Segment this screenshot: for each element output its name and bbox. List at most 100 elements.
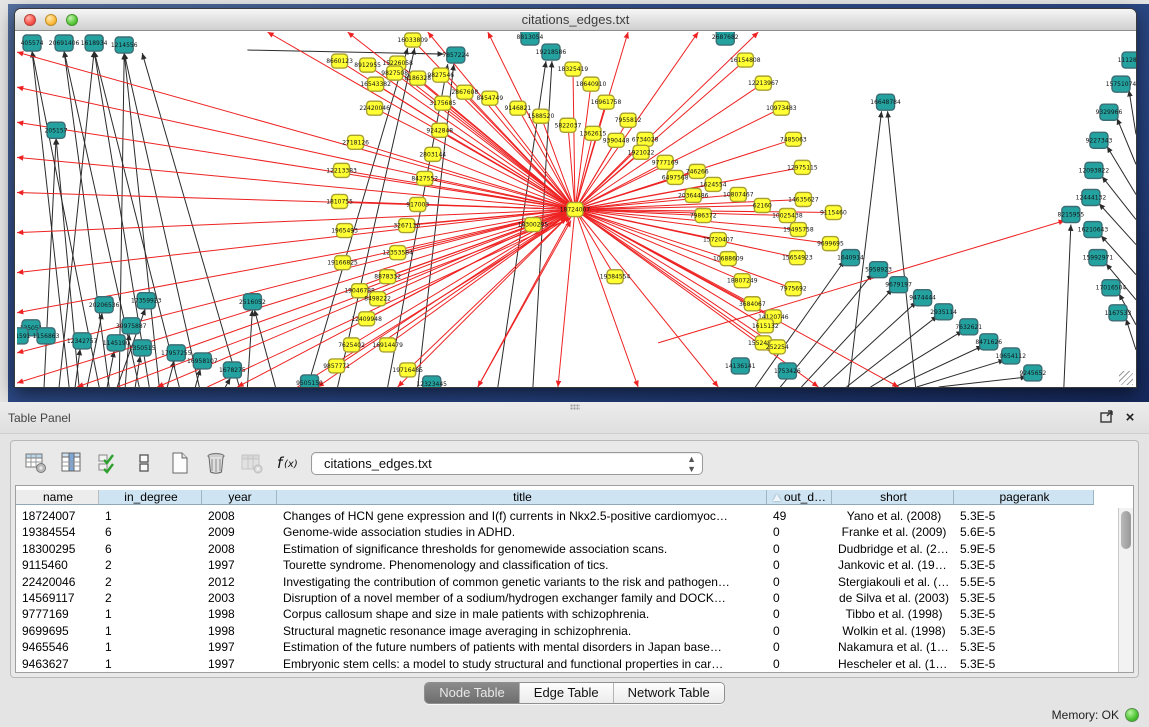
cell-pagerank[interactable]: 5.3E-5 bbox=[954, 508, 1094, 524]
column-header-in_degree[interactable]: in_degree bbox=[99, 490, 202, 505]
citation-edge[interactable] bbox=[142, 53, 239, 387]
citation-edge[interactable] bbox=[895, 346, 983, 387]
cited-node[interactable]: 16543382 bbox=[360, 77, 391, 91]
cell-short[interactable]: de Silva et al. (2003) bbox=[832, 590, 954, 606]
paper-node[interactable]: 14136141 bbox=[725, 358, 756, 374]
cell-year[interactable]: 2009 bbox=[202, 524, 277, 540]
cell-short[interactable]: Franke et al. (2009) bbox=[832, 524, 954, 540]
cell-short[interactable]: Tibbo et al. (1998) bbox=[832, 606, 954, 622]
cell-year[interactable]: 1997 bbox=[202, 557, 277, 573]
cell-title[interactable]: Changes of HCN gene expression and I(f) … bbox=[277, 508, 767, 524]
paper-node[interactable]: 16958107 bbox=[187, 353, 218, 369]
citation-edge[interactable] bbox=[17, 122, 575, 209]
paper-node[interactable]: 1753426 bbox=[774, 363, 801, 379]
cell-year[interactable]: 1998 bbox=[202, 606, 277, 622]
paper-node[interactable]: 12444132 bbox=[1076, 189, 1107, 205]
cited-node[interactable]: 8660123 bbox=[326, 54, 353, 68]
cell-pagerank[interactable]: 5.3E-5 bbox=[954, 623, 1094, 639]
network-view-window[interactable]: citations_edges.txt 86601238912955152260… bbox=[14, 8, 1137, 388]
cell-in_degree[interactable]: 2 bbox=[99, 590, 202, 606]
cited-node[interactable]: 9115460 bbox=[820, 205, 847, 219]
paper-node[interactable]: 405574 bbox=[21, 35, 44, 51]
table-row[interactable]: 946554611997Estimation of the future num… bbox=[16, 639, 1133, 655]
paper-node[interactable]: 12342757 bbox=[67, 333, 98, 349]
cited-node[interactable]: 16961758 bbox=[591, 95, 622, 109]
cell-pagerank[interactable]: 5.3E-5 bbox=[954, 656, 1094, 672]
cell-pagerank[interactable]: 5.9E-5 bbox=[954, 541, 1094, 557]
cited-node[interactable]: 18325419 bbox=[558, 62, 589, 76]
cell-short[interactable]: Dudbridge et al. (2008) bbox=[832, 541, 954, 557]
cell-short[interactable]: Hescheler et al. (1997) bbox=[832, 656, 954, 672]
cell-pagerank[interactable]: 5.3E-5 bbox=[954, 606, 1094, 622]
column-header-short[interactable]: short bbox=[832, 490, 954, 505]
paper-node[interactable]: 8215955 bbox=[1058, 206, 1085, 222]
paper-node[interactable]: 16648784 bbox=[870, 94, 901, 110]
new-table-icon[interactable] bbox=[167, 450, 193, 476]
tab-edge-table[interactable]: Edge Table bbox=[520, 683, 614, 703]
float-panel-icon[interactable] bbox=[1099, 409, 1117, 427]
cell-title[interactable]: Estimation of significance thresholds fo… bbox=[277, 541, 767, 557]
cited-node[interactable]: 9857771 bbox=[323, 359, 350, 373]
cell-year[interactable]: 2008 bbox=[202, 508, 277, 524]
cell-year[interactable]: 1997 bbox=[202, 639, 277, 655]
cited-node[interactable]: 1965493 bbox=[331, 224, 358, 238]
cited-node[interactable]: 1810755 bbox=[326, 194, 353, 208]
citation-edge[interactable] bbox=[1117, 118, 1136, 164]
cited-node[interactable]: 12975115 bbox=[787, 160, 818, 174]
cell-in_degree[interactable]: 2 bbox=[99, 574, 202, 590]
cited-node[interactable]: 2718126 bbox=[342, 135, 369, 149]
cited-node[interactable]: 5822037 bbox=[555, 118, 582, 132]
citation-edge[interactable] bbox=[801, 289, 892, 387]
table-row[interactable]: 1456911722003Disruption of a novel membe… bbox=[16, 590, 1133, 606]
paper-node[interactable]: 15751074 bbox=[1106, 76, 1136, 92]
cited-node[interactable]: 3267130 bbox=[393, 219, 420, 233]
cell-title[interactable]: Embryonic stem cells: a model to study s… bbox=[277, 656, 767, 672]
cited-node[interactable]: 7485063 bbox=[780, 132, 807, 146]
cell-title[interactable]: Investigating the contribution of common… bbox=[277, 574, 767, 590]
column-header-year[interactable]: year bbox=[202, 490, 277, 505]
cited-node[interactable]: 16033809 bbox=[397, 33, 428, 47]
cited-node[interactable]: 6734028 bbox=[632, 132, 659, 146]
cited-node[interactable]: 8912955 bbox=[354, 58, 381, 72]
citation-edge[interactable] bbox=[408, 210, 575, 370]
paper-node[interactable]: 9474444 bbox=[909, 290, 936, 306]
cited-node[interactable]: 15654923 bbox=[782, 251, 813, 265]
citation-edge[interactable] bbox=[823, 302, 916, 387]
cell-in_degree[interactable]: 6 bbox=[99, 541, 202, 557]
citation-edge[interactable] bbox=[1064, 225, 1071, 387]
citation-edge[interactable] bbox=[917, 360, 1005, 387]
cell-name[interactable]: 9777169 bbox=[16, 606, 99, 622]
table-row[interactable]: 1830029562008Estimation of significance … bbox=[16, 541, 1133, 557]
paper-node[interactable]: 19218586 bbox=[536, 44, 567, 60]
cell-out_de[interactable]: 0 bbox=[767, 574, 832, 590]
panel-drag-grip-icon[interactable] bbox=[570, 404, 580, 410]
cell-short[interactable]: Jankovic et al. (1997) bbox=[832, 557, 954, 573]
close-panel-icon[interactable]: × bbox=[1121, 409, 1139, 427]
citation-edge[interactable] bbox=[17, 52, 575, 209]
cell-pagerank[interactable]: 5.5E-5 bbox=[954, 574, 1094, 590]
citation-edge[interactable] bbox=[87, 313, 102, 387]
paper-node[interactable]: 20691406 bbox=[49, 35, 80, 51]
cited-node[interactable]: 22420046 bbox=[359, 101, 390, 115]
citation-edge[interactable] bbox=[939, 377, 1027, 387]
paper-node[interactable]: 8471626 bbox=[975, 334, 1002, 350]
cell-short[interactable]: Stergiakouli et al. (2012) bbox=[832, 574, 954, 590]
cell-out_de[interactable]: 0 bbox=[767, 524, 832, 540]
cell-out_de[interactable]: 0 bbox=[767, 606, 832, 622]
cell-out_de[interactable]: 0 bbox=[767, 623, 832, 639]
cell-out_de[interactable]: 0 bbox=[767, 557, 832, 573]
cited-node[interactable]: 12213967 bbox=[748, 76, 779, 90]
cited-node[interactable]: 8427552 bbox=[411, 171, 438, 185]
cited-node[interactable]: 18640910 bbox=[576, 77, 607, 91]
cell-name[interactable]: 14569117 bbox=[16, 590, 99, 606]
cell-title[interactable]: Estimation of the future numbers of pati… bbox=[277, 639, 767, 655]
cited-node[interactable]: 12213383 bbox=[326, 163, 357, 177]
cell-pagerank[interactable]: 5.3E-5 bbox=[954, 590, 1094, 606]
cell-in_degree[interactable]: 1 bbox=[99, 656, 202, 672]
citation-edge[interactable] bbox=[56, 138, 79, 387]
cell-out_de[interactable]: 49 bbox=[767, 508, 832, 524]
paper-node[interactable]: 1145190 bbox=[103, 335, 130, 351]
cell-out_de[interactable]: 0 bbox=[767, 590, 832, 606]
paper-node[interactable]: 12093822 bbox=[1079, 162, 1110, 178]
cited-node[interactable]: 2867608 bbox=[451, 85, 478, 99]
